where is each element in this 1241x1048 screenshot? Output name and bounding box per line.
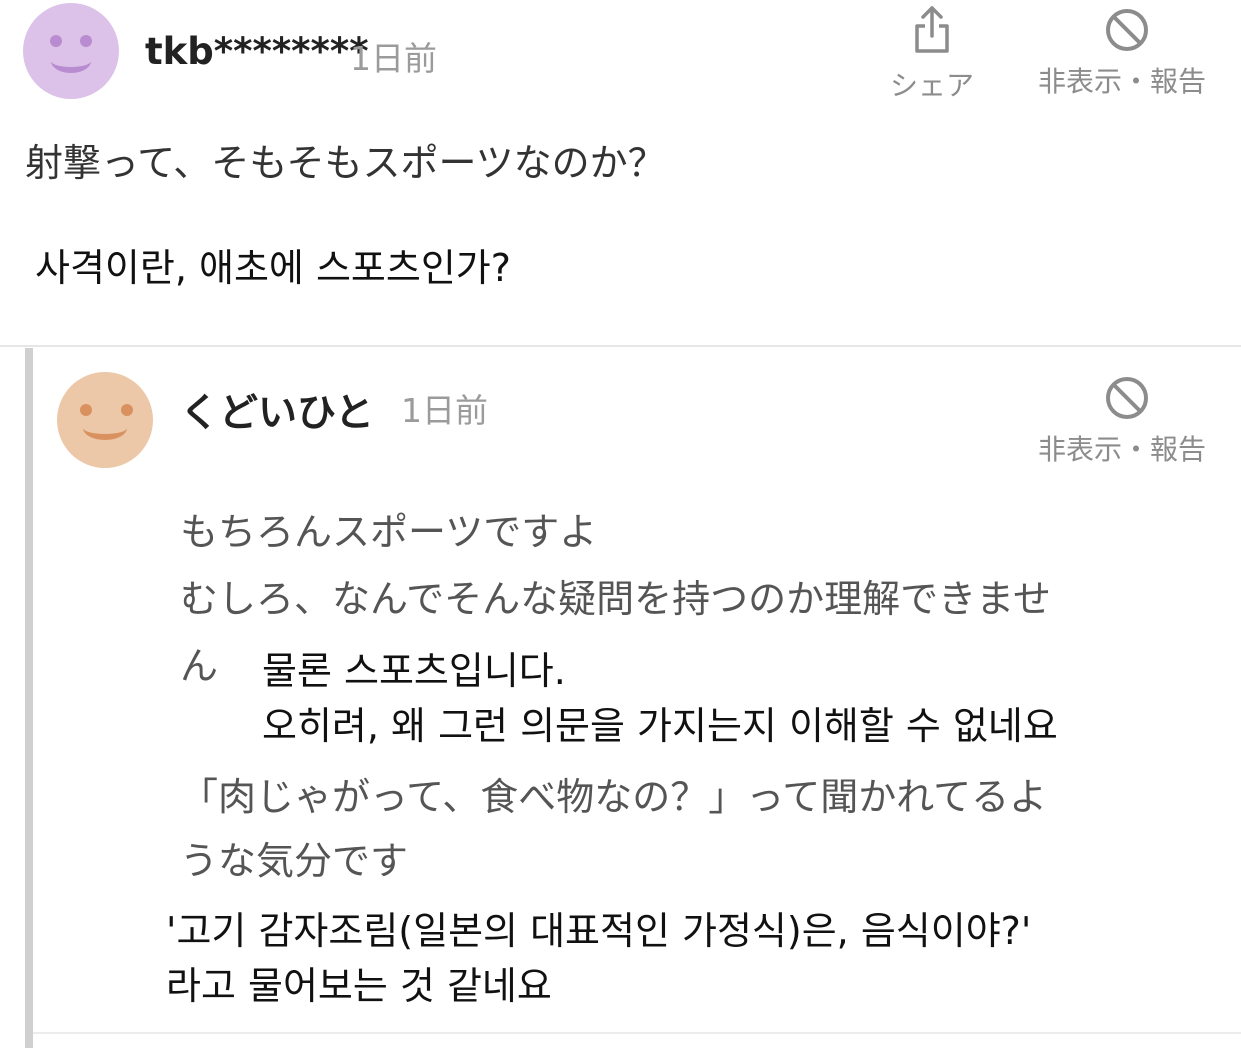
hide-report-label: 非表示・報告 — [1038, 433, 1207, 466]
reply-timestamp: 1日前 — [401, 391, 488, 430]
reply-translation: 라고 물어보는 것 같네요 — [166, 964, 552, 1008]
share-button[interactable]: シェア — [888, 6, 978, 102]
comment-username[interactable]: tkb******** — [145, 30, 369, 73]
comment-timestamp: 1日前 — [350, 39, 437, 78]
hide-icon — [1106, 377, 1148, 419]
reply-username[interactable]: くどいひと — [180, 382, 374, 438]
reply-text-line: うな気分です — [180, 839, 409, 883]
divider — [33, 1032, 1241, 1034]
reply-translation: 물론 스포츠입니다. — [262, 649, 566, 693]
hide-icon — [1106, 9, 1148, 51]
avatar[interactable] — [23, 3, 119, 99]
reply-text-line: ん — [180, 644, 219, 688]
avatar-eye — [80, 404, 92, 416]
reply-text-line: むしろ、なんでそんな疑問を持つのか理解できませ — [180, 577, 1051, 621]
reply-translation: 오히려, 왜 그런 의문을 가지는지 이해할 수 없네요 — [262, 704, 1058, 748]
reply-text-line: 「肉じゃがって、食べ物なの？」って聞かれてるよ — [180, 775, 1048, 819]
reply-thread-bar — [25, 348, 33, 1048]
avatar-eye — [50, 35, 62, 47]
hide-report-button[interactable]: 非表示・報告 — [1036, 6, 1226, 98]
hide-report-label: 非表示・報告 — [1038, 65, 1207, 98]
avatar[interactable] — [57, 372, 153, 468]
comment-translation: 사격이란, 애초에 스포츠인가? — [35, 246, 511, 290]
reply-text-line: もちろんスポーツですよ — [180, 510, 598, 554]
divider — [0, 345, 1241, 347]
avatar-eye — [80, 35, 92, 47]
share-label: シェア — [890, 69, 975, 102]
avatar-eye — [121, 404, 133, 416]
comment-text: 射撃って、そもそもスポーツなのか？ — [25, 141, 666, 185]
hide-report-button[interactable]: 非表示・報告 — [1036, 374, 1226, 466]
share-icon — [915, 6, 949, 53]
avatar-mouth — [51, 49, 91, 73]
reply-translation: '고기 감자조림(일본의 대표적인 가정식)은, 음식이야?' — [166, 909, 1032, 953]
avatar-mouth — [83, 416, 127, 440]
